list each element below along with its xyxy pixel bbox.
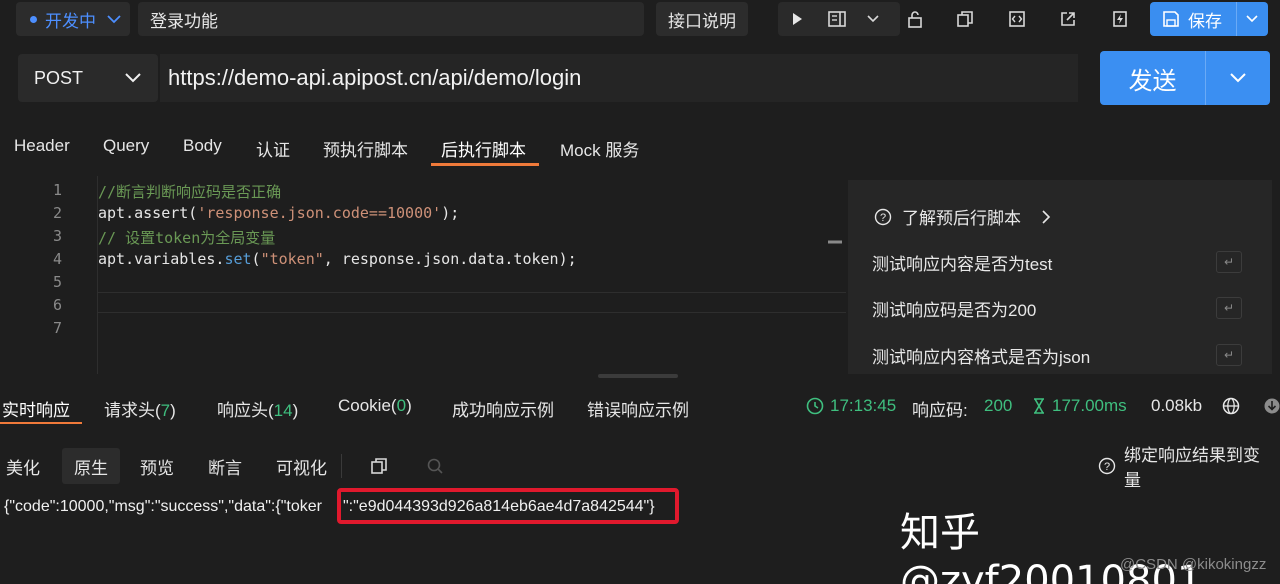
line-number: 1 [52, 181, 62, 199]
view-preview-button[interactable]: 预览 [134, 448, 180, 484]
active-tab-indicator [431, 163, 539, 166]
script-editor[interactable]: 1 2 3 4 5 6 7 //断言判断响应码是否正确 apt.assert('… [0, 176, 846, 374]
snippet-panel: ? 了解预后行脚本 测试响应内容是否为test ↵ 测试响应码是否为200 ↵ … [848, 180, 1272, 374]
document-icon[interactable] [820, 2, 854, 36]
code-line-1: //断言判断响应码是否正确 [98, 183, 282, 201]
hourglass-icon [1032, 397, 1046, 415]
current-line-highlight [98, 292, 846, 313]
svg-text:?: ? [1104, 461, 1110, 473]
save-button[interactable]: 保存 [1150, 2, 1268, 36]
play-icon[interactable] [780, 2, 814, 36]
enter-key-icon: ↵ [1216, 344, 1242, 366]
response-size: 0.08kb [1151, 396, 1203, 415]
snippet-item[interactable]: 测试响应码是否为200 [872, 296, 1036, 321]
send-label: 发送 [1128, 67, 1177, 95]
method-select[interactable]: POST [18, 54, 158, 102]
snippet-item[interactable]: 测试响应内容格式是否为json [872, 343, 1090, 368]
editor-scrollbar[interactable] [828, 180, 842, 250]
method-label: POST [34, 67, 84, 88]
code-line-4: apt.variables.set("token", response.json… [98, 250, 577, 268]
request-tabs: Header Query Body 认证 预执行脚本 后执行脚本 Mock 服务 [0, 126, 1280, 168]
flash-icon[interactable] [1103, 2, 1137, 36]
save-icon [1162, 10, 1180, 28]
code-line-2: apt.assert('response.json.code==10000'); [98, 204, 460, 222]
tab-header[interactable]: Header [14, 136, 70, 156]
globe-icon[interactable] [1222, 397, 1240, 415]
status-code-label: 响应码: [912, 401, 968, 420]
tab-auth[interactable]: 认证 [256, 136, 290, 161]
view-beautify-button[interactable]: 美化 [0, 448, 46, 484]
save-label: 保存 [1188, 11, 1222, 31]
tab-post-script[interactable]: 后执行脚本 [441, 136, 526, 161]
chevron-right-icon [1041, 209, 1051, 225]
tab-response-headers[interactable]: 响应头(14) [217, 396, 298, 421]
learn-script-link[interactable]: ? 了解预后行脚本 [874, 204, 1051, 229]
tab-query[interactable]: Query [103, 136, 149, 156]
url-input[interactable]: https://demo-api.apipost.cn/api/demo/log… [160, 54, 1078, 102]
tab-cookie[interactable]: Cookie(0) [338, 396, 412, 416]
code-line-3: // 设置token为全局变量 [98, 229, 276, 247]
tab-success-example[interactable]: 成功响应示例 [452, 396, 554, 421]
code-icon[interactable] [1000, 2, 1034, 36]
download-icon[interactable] [1264, 397, 1280, 415]
enter-key-icon: ↵ [1216, 297, 1242, 319]
response-duration: 177.00ms [1032, 396, 1127, 416]
unlock-icon[interactable] [898, 2, 932, 36]
api-doc-button[interactable]: 接口说明 [656, 2, 748, 36]
enter-key-icon: ↵ [1216, 251, 1242, 273]
tab-pre-script[interactable]: 预执行脚本 [323, 136, 408, 161]
response-tabs: 实时响应 请求头(7) 响应头(14) Cookie(0) 成功响应示例 错误响… [0, 386, 1280, 428]
send-button[interactable]: 发送 [1100, 51, 1270, 105]
response-body-text: {"code":10000,"msg":"success","data":{"t… [4, 498, 322, 515]
copy-icon[interactable] [364, 448, 394, 484]
svg-text:?: ? [880, 212, 886, 224]
status-dot-icon [30, 15, 37, 23]
line-number: 2 [52, 204, 62, 222]
line-number: 6 [52, 296, 62, 314]
chevron-down-icon [124, 72, 142, 84]
active-tab-indicator [0, 422, 82, 424]
view-visualize-button[interactable]: 可视化 [270, 448, 333, 484]
share-icon[interactable] [1051, 2, 1085, 36]
bind-response-to-variable[interactable]: ? 绑定响应结果到变量 [1092, 446, 1280, 490]
line-number: 5 [52, 273, 62, 291]
status-label: 开发中 [45, 11, 96, 31]
chevron-down-icon[interactable] [1206, 72, 1270, 84]
snippet-item[interactable]: 测试响应内容是否为test [872, 250, 1052, 275]
watermark-small: @CSDN @kikokingzz [1120, 556, 1267, 573]
response-time: 17:13:45 [806, 396, 896, 416]
clock-icon [806, 397, 824, 415]
status-code-value: 200 [984, 396, 1013, 415]
copy-icon[interactable] [948, 2, 982, 36]
response-view-toolbar: 美化 原生 预览 断言 可视化 ? 绑定响应结果到变量 [0, 446, 1280, 490]
tab-body[interactable]: Body [183, 136, 222, 156]
view-raw-button[interactable]: 原生 [62, 448, 120, 484]
line-number: 4 [52, 250, 62, 268]
resize-handle[interactable] [598, 374, 678, 378]
tab-realtime-response[interactable]: 实时响应 [2, 396, 70, 421]
tab-request-headers[interactable]: 请求头(7) [104, 396, 176, 421]
chevron-down-icon[interactable] [856, 2, 890, 36]
api-title-input[interactable]: 登录功能 [138, 2, 644, 36]
help-icon: ? [874, 208, 892, 226]
chevron-down-icon[interactable] [1245, 14, 1259, 24]
learn-script-label: 了解预后行脚本 [902, 209, 1021, 228]
tab-error-example[interactable]: 错误响应示例 [587, 396, 689, 421]
line-number: 3 [52, 227, 62, 245]
status-dropdown[interactable]: 开发中 [16, 2, 130, 36]
line-number: 7 [52, 319, 62, 337]
tab-mock[interactable]: Mock 服务 [560, 136, 639, 161]
response-token-text: ":"e9d044393d926a814eb6ae4d7a842544"} [343, 498, 655, 515]
search-icon[interactable] [420, 448, 450, 484]
chevron-down-icon [106, 14, 122, 24]
help-icon: ? [1098, 457, 1116, 475]
view-assert-button[interactable]: 断言 [202, 448, 248, 484]
